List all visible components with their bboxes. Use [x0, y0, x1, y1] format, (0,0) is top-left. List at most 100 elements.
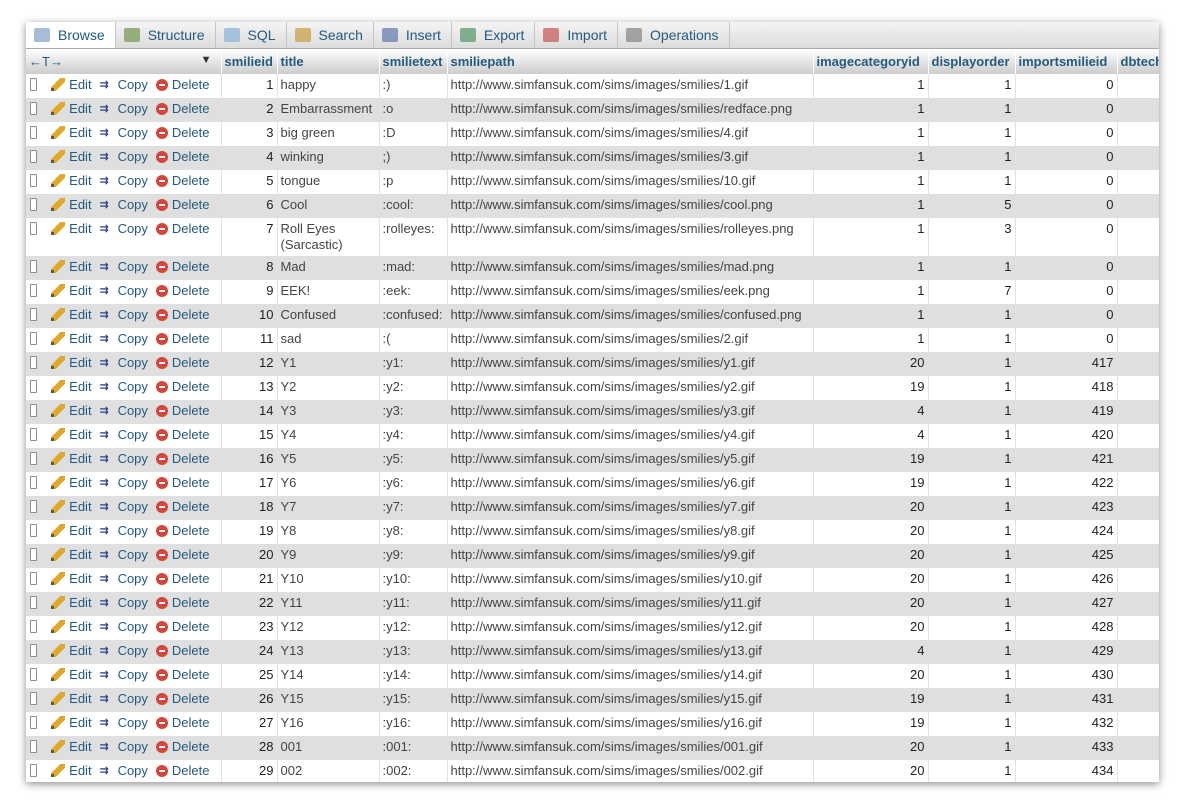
delete-button[interactable]: Delete — [155, 173, 210, 188]
cell-smilieid[interactable]: 19 — [221, 520, 278, 544]
cell-dbtech[interactable] — [1117, 736, 1159, 760]
tab-structure[interactable]: Structure — [116, 22, 216, 48]
copy-button[interactable]: ⇉ Copy — [100, 571, 148, 586]
cell-dbtech[interactable] — [1117, 496, 1159, 520]
cell-imagecategoryid[interactable]: 20 — [813, 664, 929, 688]
cell-importsmilieid[interactable]: 0 — [1015, 256, 1118, 280]
cell-smilieid[interactable]: 28 — [221, 736, 278, 760]
copy-button[interactable]: ⇉ Copy — [100, 427, 148, 442]
cell-smiliepath[interactable]: http://www.simfansuk.com/sims/images/smi… — [447, 122, 814, 146]
row-checkbox[interactable] — [30, 428, 38, 441]
cell-imagecategoryid[interactable]: 20 — [813, 496, 929, 520]
cell-importsmilieid[interactable]: 422 — [1015, 472, 1118, 496]
delete-button[interactable]: Delete — [155, 259, 210, 274]
edit-button[interactable]: Edit — [51, 451, 92, 466]
cell-smiliepath[interactable]: http://www.simfansuk.com/sims/images/smi… — [447, 280, 814, 304]
delete-button[interactable]: Delete — [155, 499, 210, 514]
cell-title[interactable]: Y9 — [277, 544, 380, 568]
cell-importsmilieid[interactable]: 420 — [1015, 424, 1118, 448]
row-checkbox[interactable] — [30, 356, 38, 369]
row-checkbox[interactable] — [30, 126, 38, 139]
cell-smiliepath[interactable]: http://www.simfansuk.com/sims/images/smi… — [447, 520, 814, 544]
cell-dbtech[interactable] — [1117, 760, 1159, 782]
row-checkbox[interactable] — [30, 198, 38, 211]
edit-button[interactable]: Edit — [51, 101, 92, 116]
cell-smilietext[interactable]: :002: — [379, 760, 448, 782]
cell-smilieid[interactable]: 3 — [221, 122, 278, 146]
copy-button[interactable]: ⇉ Copy — [100, 619, 148, 634]
row-checkbox[interactable] — [30, 78, 38, 91]
copy-button[interactable]: ⇉ Copy — [100, 331, 148, 346]
cell-dbtech[interactable] — [1117, 98, 1159, 122]
cell-title[interactable]: Y16 — [277, 712, 380, 736]
cell-displayorder[interactable]: 1 — [928, 256, 1016, 280]
edit-button[interactable]: Edit — [51, 379, 92, 394]
cell-title[interactable]: Y1 — [277, 352, 380, 376]
edit-button[interactable]: Edit — [51, 499, 92, 514]
cell-dbtech[interactable] — [1117, 280, 1159, 304]
row-checkbox[interactable] — [30, 476, 38, 489]
row-checkbox[interactable] — [30, 260, 38, 273]
cell-smiliepath[interactable]: http://www.simfansuk.com/sims/images/smi… — [447, 194, 814, 218]
cell-title[interactable]: Y4 — [277, 424, 380, 448]
cell-dbtech[interactable] — [1117, 688, 1159, 712]
cell-displayorder[interactable]: 1 — [928, 592, 1016, 616]
cell-imagecategoryid[interactable]: 20 — [813, 760, 929, 782]
cell-smilietext[interactable]: :eek: — [379, 280, 448, 304]
tab-export[interactable]: Export — [452, 22, 536, 48]
cell-smiliepath[interactable]: http://www.simfansuk.com/sims/images/smi… — [447, 496, 814, 520]
edit-button[interactable]: Edit — [51, 77, 92, 92]
column-arrows-header[interactable]: ←T→ ▼ — [26, 49, 222, 74]
cell-smilietext[interactable]: :y12: — [379, 616, 448, 640]
edit-button[interactable]: Edit — [51, 259, 92, 274]
cell-smilieid[interactable]: 15 — [221, 424, 278, 448]
delete-button[interactable]: Delete — [155, 149, 210, 164]
cell-smilieid[interactable]: 27 — [221, 712, 278, 736]
cell-importsmilieid[interactable]: 433 — [1015, 736, 1118, 760]
delete-button[interactable]: Delete — [155, 101, 210, 116]
cell-displayorder[interactable]: 1 — [928, 664, 1016, 688]
cell-title[interactable]: Y5 — [277, 448, 380, 472]
cell-importsmilieid[interactable]: 0 — [1015, 146, 1118, 170]
copy-button[interactable]: ⇉ Copy — [100, 221, 148, 236]
delete-button[interactable]: Delete — [155, 547, 210, 562]
cell-smiliepath[interactable]: http://www.simfansuk.com/sims/images/smi… — [447, 98, 814, 122]
cell-title[interactable]: Y15 — [277, 688, 380, 712]
copy-button[interactable]: ⇉ Copy — [100, 595, 148, 610]
cell-smilietext[interactable]: :p — [379, 170, 448, 194]
cell-title[interactable]: Y14 — [277, 664, 380, 688]
cell-importsmilieid[interactable]: 421 — [1015, 448, 1118, 472]
delete-button[interactable]: Delete — [155, 427, 210, 442]
cell-importsmilieid[interactable]: 0 — [1015, 98, 1118, 122]
cell-smilieid[interactable]: 12 — [221, 352, 278, 376]
delete-button[interactable]: Delete — [155, 619, 210, 634]
cell-smilietext[interactable]: :y4: — [379, 424, 448, 448]
cell-smilieid[interactable]: 26 — [221, 688, 278, 712]
cell-importsmilieid[interactable]: 0 — [1015, 304, 1118, 328]
cell-title[interactable]: Y3 — [277, 400, 380, 424]
edit-button[interactable]: Edit — [51, 149, 92, 164]
cell-smilieid[interactable]: 23 — [221, 616, 278, 640]
copy-button[interactable]: ⇉ Copy — [100, 379, 148, 394]
delete-button[interactable]: Delete — [155, 595, 210, 610]
cell-smiliepath[interactable]: http://www.simfansuk.com/sims/images/smi… — [447, 544, 814, 568]
delete-button[interactable]: Delete — [155, 197, 210, 212]
cell-title[interactable]: Confused — [277, 304, 380, 328]
row-checkbox[interactable] — [30, 452, 38, 465]
cell-smiliepath[interactable]: http://www.simfansuk.com/sims/images/smi… — [447, 448, 814, 472]
cell-smilietext[interactable]: :cool: — [379, 194, 448, 218]
cell-smilietext[interactable]: :y8: — [379, 520, 448, 544]
cell-smilietext[interactable]: :) — [379, 74, 448, 98]
column-arrows[interactable]: ←T→ — [29, 54, 63, 69]
edit-button[interactable]: Edit — [51, 197, 92, 212]
cell-importsmilieid[interactable]: 418 — [1015, 376, 1118, 400]
delete-button[interactable]: Delete — [155, 475, 210, 490]
edit-button[interactable]: Edit — [51, 715, 92, 730]
cell-dbtech[interactable] — [1117, 170, 1159, 194]
delete-button[interactable]: Delete — [155, 379, 210, 394]
column-header-importsmilieid[interactable]: importsmilieid — [1015, 49, 1118, 74]
delete-button[interactable]: Delete — [155, 715, 210, 730]
copy-button[interactable]: ⇉ Copy — [100, 259, 148, 274]
cell-displayorder[interactable]: 5 — [928, 194, 1016, 218]
copy-button[interactable]: ⇉ Copy — [100, 355, 148, 370]
